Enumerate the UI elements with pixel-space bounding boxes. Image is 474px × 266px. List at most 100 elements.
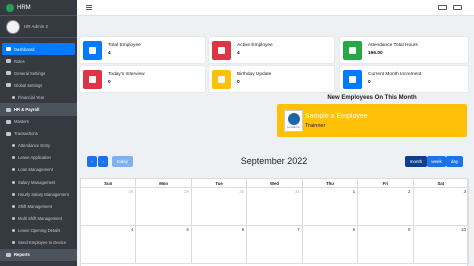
sidebar-item-send-employee-to-device[interactable]: Send Employee to Device bbox=[0, 237, 77, 249]
sidebar-nav: Dashboard Roles General Settings Global Set… bbox=[0, 38, 77, 261]
brand-logo-icon bbox=[6, 3, 14, 12]
icon-box bbox=[212, 40, 231, 60]
calendar-day-cell[interactable]: 9 bbox=[358, 226, 414, 264]
icon-box bbox=[83, 40, 102, 60]
clock-icon bbox=[349, 46, 356, 54]
user-check-icon bbox=[218, 46, 225, 54]
sidebar-item-label: General Settings bbox=[14, 70, 46, 76]
day-number: 31 bbox=[294, 189, 300, 194]
sidebar-item-hr-payroll[interactable]: HR & Payroll bbox=[0, 103, 77, 116]
calendar-day-cell[interactable]: 30 bbox=[191, 188, 248, 226]
calendar-day-cell[interactable]: 8 bbox=[302, 226, 359, 264]
sidebar-item-shift-management[interactable]: Shift Management bbox=[0, 200, 77, 212]
sidebar-item-label: Roles bbox=[14, 58, 25, 64]
employee-logo-text: Le Cafe Inn bbox=[287, 126, 300, 129]
sidebar-item-multi-shift-management[interactable]: Multi Shift Management bbox=[0, 212, 77, 224]
birthday-icon bbox=[218, 75, 225, 83]
day-number: 30 bbox=[239, 189, 245, 194]
employee-logo-icon bbox=[287, 113, 300, 125]
sidebar-item-global-settings[interactable]: Global Settings bbox=[0, 79, 77, 91]
circle-icon bbox=[12, 168, 15, 172]
sidebar-item-general-settings[interactable]: General Settings bbox=[0, 67, 77, 79]
day-number: 28 bbox=[128, 189, 134, 194]
sidebar-item-label: Hourly Salary Management bbox=[18, 191, 69, 197]
sidebar-item-leave-opening-details[interactable]: Leave Opening Details bbox=[0, 224, 77, 236]
sidebar-item-label: Shift Management bbox=[18, 203, 52, 209]
sidebar-item-label: Reports bbox=[14, 252, 30, 258]
circle-icon bbox=[12, 144, 15, 148]
icon-box bbox=[212, 69, 231, 89]
sidebar-item-label: Loan Management bbox=[18, 167, 53, 173]
week-view-button[interactable]: week bbox=[427, 156, 446, 167]
icon-box bbox=[343, 40, 362, 60]
sidebar-item-loan-management[interactable]: Loan Management bbox=[0, 164, 77, 176]
sidebar-item-attendance-entry[interactable]: Attendance Entry bbox=[0, 140, 77, 152]
menu-item-icon bbox=[6, 252, 11, 257]
day-number: 5 bbox=[186, 227, 189, 232]
day-header: Fri bbox=[358, 179, 414, 188]
employee-name: Sample a Employee bbox=[305, 113, 368, 120]
calendar-day-cell[interactable]: 28 bbox=[81, 188, 137, 226]
sidebar-item-dashboard[interactable]: Dashboard bbox=[2, 43, 75, 56]
day-header: Mon bbox=[136, 179, 192, 188]
card-label: Active Employee bbox=[237, 43, 273, 48]
calendar-day-cell[interactable]: 1 bbox=[302, 188, 359, 226]
info-card-active-employee[interactable]: Active Employee 4 bbox=[209, 37, 334, 63]
day-view-button[interactable]: day bbox=[446, 156, 463, 167]
calendar-day-cell[interactable]: 31 bbox=[247, 188, 303, 226]
icon-box bbox=[343, 69, 362, 89]
icon-box bbox=[83, 69, 102, 89]
employee-card[interactable]: Le Cafe Inn Sample a Employee Trainner bbox=[277, 104, 467, 137]
calendar-day-cell[interactable]: 7 bbox=[247, 226, 303, 264]
info-card-birthday-update[interactable]: Birthday Update 0 bbox=[209, 66, 334, 92]
user-panel[interactable]: HR Admin 2 bbox=[0, 16, 77, 38]
card-value: 0 bbox=[368, 80, 371, 85]
calendar-day-cell[interactable]: 6 bbox=[191, 226, 248, 264]
calendar-day-cell[interactable]: 5 bbox=[136, 226, 192, 264]
card-value: 0 bbox=[108, 80, 111, 85]
info-card-current-month-increment[interactable]: Current Month Increment 0 bbox=[340, 66, 468, 92]
card-value: 4 bbox=[108, 51, 111, 56]
circle-icon bbox=[12, 204, 15, 208]
info-card-total-employee[interactable]: Total Employee 4 bbox=[80, 37, 205, 63]
user-icon bbox=[89, 46, 96, 54]
calendar-day-cell[interactable]: 2 bbox=[358, 188, 414, 226]
sidebar-item-masters[interactable]: Masters bbox=[0, 116, 77, 128]
day-number: 10 bbox=[460, 227, 466, 232]
sidebar-item-label: Attendance Entry bbox=[18, 143, 51, 149]
sidebar-item-label: Global Settings bbox=[14, 82, 43, 88]
increment-icon bbox=[349, 75, 356, 83]
brand[interactable]: HRM bbox=[0, 0, 77, 16]
month-view-button[interactable]: month bbox=[405, 156, 427, 167]
sidebar-item-label: Multi Shift Management bbox=[18, 215, 62, 221]
card-value: 196.00 bbox=[368, 51, 383, 56]
sidebar-item-financial-year[interactable]: Financial Year bbox=[0, 91, 77, 103]
info-card-today-s-interview[interactable]: Today's Interview 0 bbox=[80, 66, 205, 92]
sidebar-item-reports[interactable]: Reports bbox=[0, 248, 77, 261]
day-number: 3 bbox=[463, 189, 466, 194]
circle-icon bbox=[12, 156, 15, 160]
calendar-day-cell[interactable]: 29 bbox=[136, 188, 192, 226]
info-card-attendance-total-hours[interactable]: Attendance Total Hours 196.00 bbox=[340, 37, 468, 63]
circle-icon bbox=[12, 192, 15, 196]
sidebar-item-salary-management[interactable]: Salary Management bbox=[0, 176, 77, 188]
calendar: ‹ › today September 2022 month week day … bbox=[80, 150, 469, 266]
avatar bbox=[6, 19, 20, 34]
day-number: 1 bbox=[352, 189, 356, 194]
screen-icon[interactable] bbox=[438, 5, 447, 10]
calendar-day-cell[interactable]: 10 bbox=[413, 226, 469, 264]
fullscreen-icon[interactable] bbox=[453, 5, 462, 10]
day-header: Thu bbox=[302, 179, 359, 188]
sidebar-item-roles[interactable]: Roles bbox=[0, 55, 77, 67]
circle-icon bbox=[12, 216, 15, 220]
sidebar-item-label: Send Employee to Device bbox=[18, 240, 67, 246]
menu-toggle-icon[interactable] bbox=[86, 5, 92, 10]
menu-item-icon bbox=[6, 83, 11, 88]
sidebar-item-hourly-salary-management[interactable]: Hourly Salary Management bbox=[0, 188, 77, 200]
sidebar-item-leave-application[interactable]: Leave Application bbox=[0, 152, 77, 164]
card-label: Attendance Total Hours bbox=[368, 43, 418, 48]
calendar-day-cell[interactable]: 4 bbox=[81, 226, 137, 264]
menu-item-icon bbox=[6, 47, 11, 52]
sidebar-item-transactions[interactable]: Transactions bbox=[0, 128, 77, 140]
calendar-day-cell[interactable]: 3 bbox=[413, 188, 469, 226]
